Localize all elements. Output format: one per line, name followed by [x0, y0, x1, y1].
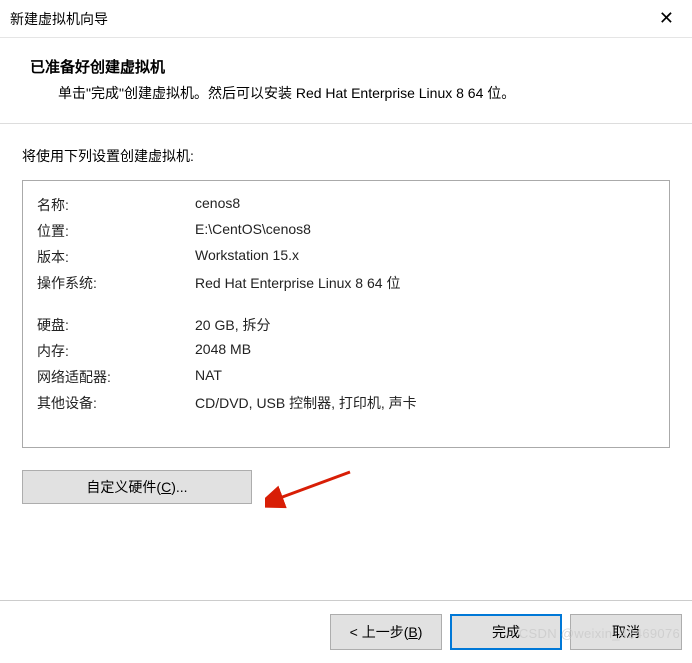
wizard-footer: < 上一步(B) 完成 取消	[0, 600, 692, 663]
back-label-pre: < 上一步(	[350, 624, 409, 640]
summary-value: NAT	[195, 367, 655, 387]
summary-label: 位置:	[37, 221, 195, 241]
customize-hardware-button[interactable]: 自定义硬件(C)...	[22, 470, 252, 504]
summary-row: 硬盘: 20 GB, 拆分	[37, 315, 655, 335]
summary-label: 网络适配器:	[37, 367, 195, 387]
back-button[interactable]: < 上一步(B)	[330, 614, 442, 650]
summary-value: 2048 MB	[195, 341, 655, 361]
summary-value: 20 GB, 拆分	[195, 315, 655, 335]
titlebar: 新建虚拟机向导 ✕	[0, 0, 692, 38]
summary-label: 操作系统:	[37, 273, 195, 293]
summary-value: CD/DVD, USB 控制器, 打印机, 声卡	[195, 393, 655, 413]
finish-button[interactable]: 完成	[450, 614, 562, 650]
summary-value: E:\CentOS\cenos8	[195, 221, 655, 241]
summary-row: 操作系统: Red Hat Enterprise Linux 8 64 位	[37, 273, 655, 293]
summary-row: 位置: E:\CentOS\cenos8	[37, 221, 655, 241]
close-icon[interactable]: ✕	[653, 8, 680, 29]
summary-row: 网络适配器: NAT	[37, 367, 655, 387]
summary-box: 名称: cenos8 位置: E:\CentOS\cenos8 版本: Work…	[22, 180, 670, 448]
back-label-hotkey: B	[408, 624, 417, 640]
customize-label-post: )...	[171, 479, 187, 495]
back-label-post: )	[418, 624, 423, 640]
wizard-header: 已准备好创建虚拟机 单击"完成"创建虚拟机。然后可以安装 Red Hat Ent…	[0, 38, 692, 124]
customize-label-pre: 自定义硬件(	[86, 479, 161, 495]
summary-row: 内存: 2048 MB	[37, 341, 655, 361]
summary-value: cenos8	[195, 195, 655, 215]
summary-gap	[37, 299, 655, 315]
header-title: 已准备好创建虚拟机	[30, 56, 662, 77]
summary-label: 名称:	[37, 195, 195, 215]
header-subtitle: 单击"完成"创建虚拟机。然后可以安装 Red Hat Enterprise Li…	[58, 83, 662, 103]
wizard-body: 将使用下列设置创建虚拟机: 名称: cenos8 位置: E:\CentOS\c…	[0, 124, 692, 514]
summary-row: 其他设备: CD/DVD, USB 控制器, 打印机, 声卡	[37, 393, 655, 413]
summary-value: Red Hat Enterprise Linux 8 64 位	[195, 273, 655, 293]
customize-label-hotkey: C	[161, 479, 171, 495]
summary-value: Workstation 15.x	[195, 247, 655, 267]
summary-label: 版本:	[37, 247, 195, 267]
summary-label: 其他设备:	[37, 393, 195, 413]
summary-row: 名称: cenos8	[37, 195, 655, 215]
summary-row: 版本: Workstation 15.x	[37, 247, 655, 267]
window-title: 新建虚拟机向导	[10, 9, 108, 29]
summary-label: 内存:	[37, 341, 195, 361]
summary-label: 硬盘:	[37, 315, 195, 335]
body-intro: 将使用下列设置创建虚拟机:	[22, 146, 670, 166]
cancel-button[interactable]: 取消	[570, 614, 682, 650]
